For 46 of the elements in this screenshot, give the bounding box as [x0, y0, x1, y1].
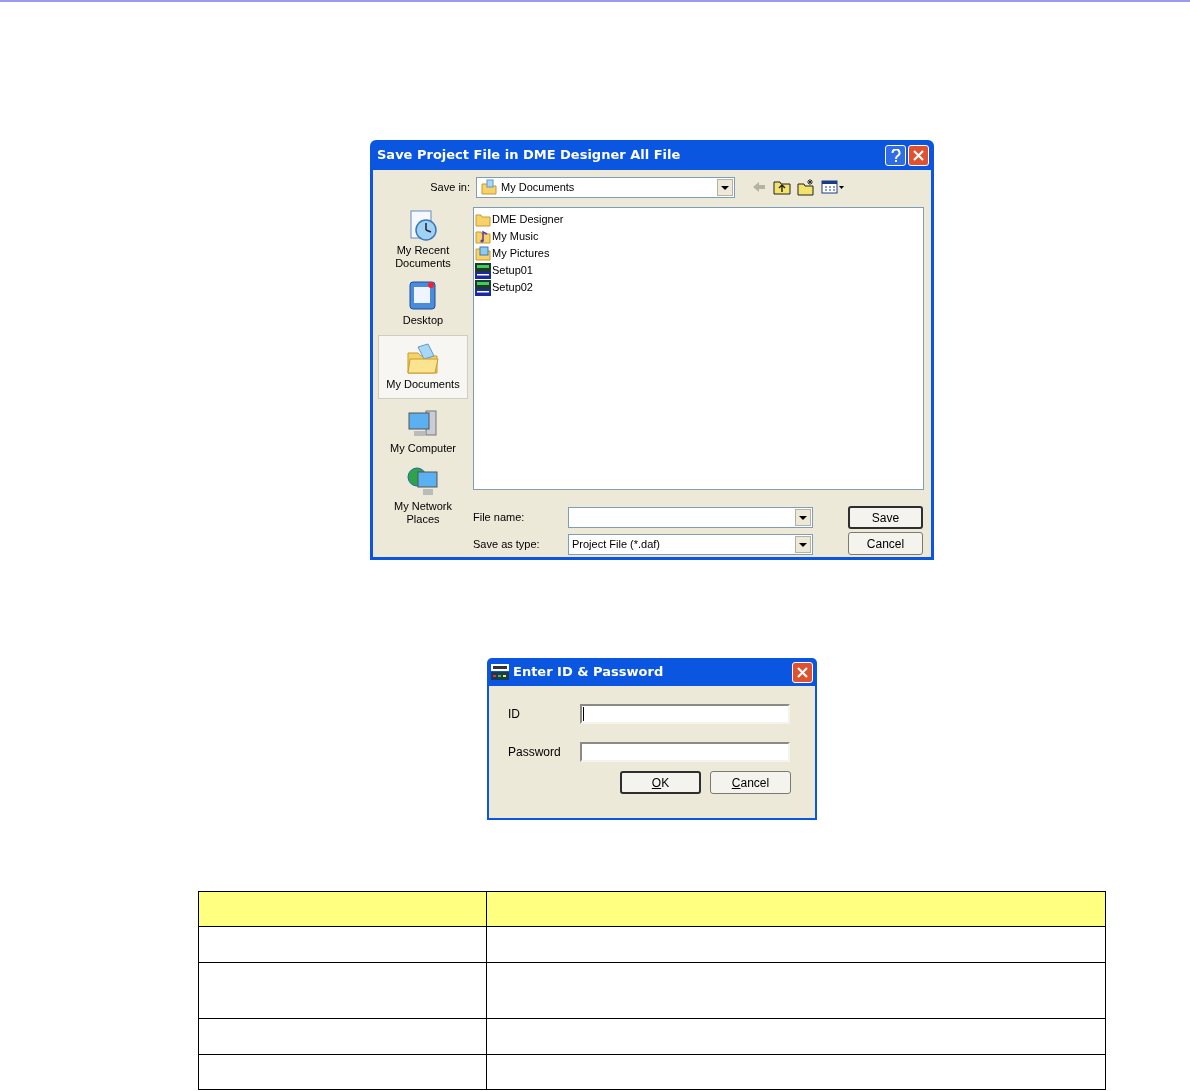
question-mark-icon: [890, 148, 901, 162]
field-label: Save as type:: [473, 537, 541, 553]
file-list-item[interactable]: My Pictures: [475, 245, 923, 262]
close-icon: [913, 149, 924, 161]
default-button[interactable]: Save: [848, 506, 923, 529]
close-icon: [797, 666, 808, 678]
place-label: My Network Places: [392, 499, 454, 526]
default-button[interactable]: OK: [620, 771, 701, 794]
places-bar-item[interactable]: My Documents: [378, 335, 468, 399]
field-label: Password: [508, 744, 562, 761]
file-list-item[interactable]: Setup01: [475, 262, 923, 279]
close-button[interactable]: [908, 144, 929, 166]
window-title: Save Project File in DME Designer All File: [377, 146, 682, 165]
dialog-button[interactable]: Cancel: [848, 532, 923, 555]
picture-folder-icon: [475, 245, 491, 262]
places-bar-item[interactable]: My Recent Documents: [378, 207, 468, 271]
folder-document-icon: [406, 343, 440, 377]
place-label: My Computer: [389, 442, 457, 455]
place-label: Desktop: [401, 314, 445, 327]
places-bar-item[interactable]: My Network Places: [378, 463, 468, 527]
place-label: My Documents: [385, 378, 461, 391]
dialog-button[interactable]: Cancel: [710, 771, 791, 794]
places-bar-item[interactable]: Desktop: [378, 271, 468, 335]
help-button[interactable]: [885, 144, 906, 166]
place-label: My Recent Documents: [394, 243, 452, 270]
field-label: File name:: [473, 510, 526, 526]
save-in-label: Save in:: [429, 179, 471, 195]
folder-document-icon: [481, 179, 497, 195]
places-bar-item[interactable]: My Computer: [378, 399, 468, 463]
text-field[interactable]: [580, 704, 790, 724]
text-field[interactable]: [580, 742, 790, 762]
save-in-dropdown[interactable]: My Documents: [476, 176, 735, 198]
folder-up-icon[interactable]: [773, 179, 791, 195]
field-label: ID: [508, 706, 521, 723]
new-folder-icon[interactable]: [797, 178, 815, 196]
file-list-item[interactable]: My Music: [475, 228, 923, 245]
file-type-dropdown[interactable]: Project File (*.daf): [568, 534, 813, 555]
folder-icon: [475, 211, 491, 228]
file-list-item[interactable]: DME Designer: [475, 211, 923, 228]
window-title: Enter ID & Password: [513, 663, 665, 682]
file-name-field[interactable]: [568, 507, 813, 528]
file-list-item[interactable]: Setup02: [475, 279, 923, 296]
view-menu-icon[interactable]: [821, 179, 845, 195]
music-folder-icon: [475, 228, 491, 245]
app-icon: [491, 664, 509, 680]
close-button[interactable]: [792, 661, 813, 683]
